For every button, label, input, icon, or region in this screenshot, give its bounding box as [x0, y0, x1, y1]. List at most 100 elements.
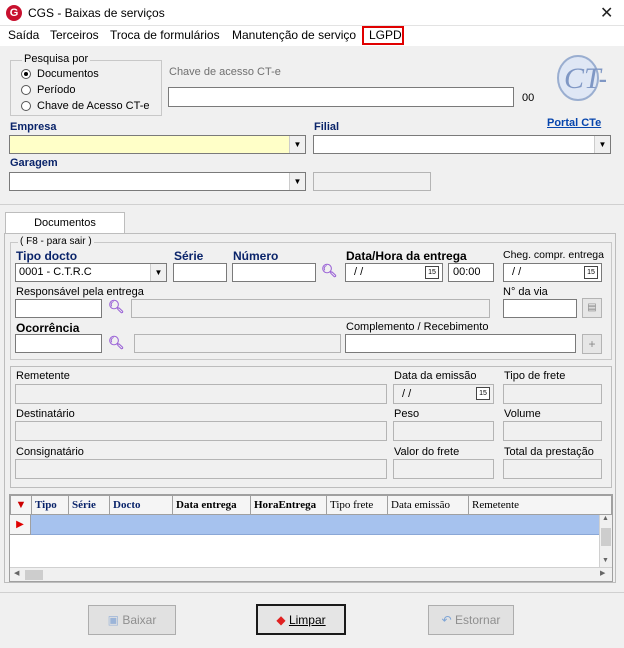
- tipo-docto-label: Tipo docto: [16, 249, 78, 263]
- chevron-down-icon[interactable]: ▼: [289, 136, 305, 153]
- consignatario-label: Consignatário: [16, 446, 84, 458]
- estornar-label: Estornar: [455, 613, 501, 627]
- data-emissao-value: / /: [402, 388, 412, 400]
- scroll-up-icon[interactable]: ▲: [602, 515, 609, 522]
- calendar-icon[interactable]: 15: [584, 266, 598, 279]
- menu-lgpd[interactable]: LGPD: [362, 26, 404, 45]
- volume-field: [503, 421, 602, 441]
- col-docto[interactable]: Docto: [110, 496, 173, 515]
- documents-grid[interactable]: ▼ Tipo Série Docto Data entrega HoraEntr…: [9, 494, 613, 582]
- responsavel-input[interactable]: [15, 299, 102, 318]
- footer-divider: [0, 592, 624, 593]
- peso-label: Peso: [394, 408, 420, 420]
- garagem-description: [313, 172, 431, 191]
- calendar-icon[interactable]: 15: [476, 387, 490, 400]
- via-input[interactable]: [503, 299, 577, 318]
- grid-header: ▼ Tipo Série Docto Data entrega HoraEntr…: [10, 495, 612, 515]
- chave-acesso-label: Chave de acesso CT-e: [169, 66, 281, 78]
- empresa-combo[interactable]: ▼: [9, 135, 306, 154]
- chevron-down-icon[interactable]: ▼: [150, 264, 166, 281]
- printer-icon[interactable]: ▤: [582, 298, 602, 318]
- hora-entrega-input[interactable]: 00:00: [448, 263, 494, 282]
- cheg-compr-value: / /: [512, 266, 522, 278]
- total-prestacao-field: [503, 459, 602, 479]
- col-serie[interactable]: Série: [69, 496, 110, 515]
- complemento-input[interactable]: [345, 334, 576, 353]
- numero-label: Número: [233, 249, 279, 263]
- search-ocorrencia-icon[interactable]: 🔍︎: [108, 335, 125, 351]
- estornar-button[interactable]: ↶ Estornar: [428, 605, 514, 635]
- garagem-label: Garagem: [10, 157, 58, 169]
- via-label: N° da via: [503, 286, 548, 298]
- tab-documentos[interactable]: Documentos: [5, 212, 125, 234]
- horizontal-scrollbar[interactable]: ◀ ▶: [10, 567, 612, 581]
- remetente-field: [15, 384, 387, 404]
- serie-input[interactable]: [173, 263, 227, 282]
- portal-cte-link[interactable]: Portal CTe: [547, 117, 601, 129]
- garagem-combo[interactable]: ▼: [9, 172, 306, 191]
- chave-acesso-suffix: 00: [522, 92, 535, 104]
- tipo-docto-combo[interactable]: 0001 - C.T.R.C ▼: [15, 263, 167, 282]
- search-group-title: Pesquisa por: [22, 53, 91, 65]
- app-icon: G: [6, 5, 22, 21]
- scroll-down-icon[interactable]: ▼: [602, 557, 609, 564]
- close-icon[interactable]: ✕: [600, 3, 613, 23]
- scroll-h-thumb[interactable]: [25, 570, 43, 580]
- menu-terceiros[interactable]: Terceiros: [50, 28, 99, 42]
- filial-combo[interactable]: ▼: [313, 135, 611, 154]
- valor-frete-field: [393, 459, 494, 479]
- limpar-label: Limpar: [288, 613, 326, 627]
- numero-input[interactable]: [232, 263, 316, 282]
- menu-saida[interactable]: Saída: [8, 28, 39, 42]
- calendar-icon[interactable]: 15: [425, 266, 439, 279]
- section-divider: [0, 204, 624, 205]
- col-tipo[interactable]: Tipo: [32, 496, 69, 515]
- chave-acesso-input[interactable]: [168, 87, 514, 107]
- radio-documentos[interactable]: [21, 69, 31, 79]
- col-tipo-frete[interactable]: Tipo frete: [327, 496, 388, 515]
- data-emissao-label: Data da emissão: [394, 370, 477, 382]
- scroll-left-icon[interactable]: ◀: [14, 569, 19, 577]
- radio-chave-acesso[interactable]: [21, 101, 31, 111]
- scroll-thumb[interactable]: [601, 528, 611, 546]
- baixar-button[interactable]: ▣ Baixar: [88, 605, 176, 635]
- total-prestacao-label: Total da prestação: [504, 446, 594, 458]
- col-data-entrega[interactable]: Data entrega: [173, 496, 251, 515]
- ocorrencia-input[interactable]: [15, 334, 102, 353]
- empresa-label: Empresa: [10, 121, 57, 133]
- ocorrencia-description: [134, 334, 341, 353]
- data-emissao-field: / / 15: [393, 384, 494, 404]
- scroll-right-icon[interactable]: ▶: [600, 569, 605, 577]
- docs-group-title: ( F8 - para sair ): [18, 236, 94, 247]
- search-responsavel-icon[interactable]: 🔍︎: [108, 299, 125, 315]
- window-title: CGS - Baixas de serviços: [28, 6, 165, 20]
- menu-troca-formularios[interactable]: Troca de formulários: [110, 28, 220, 42]
- data-entrega-input[interactable]: / / 15: [345, 263, 443, 282]
- cheg-compr-input[interactable]: / / 15: [503, 263, 602, 282]
- ocorrencia-label: Ocorrência: [16, 321, 80, 335]
- chevron-down-icon[interactable]: ▼: [289, 173, 305, 190]
- radio-periodo[interactable]: [21, 85, 31, 95]
- col-remetente[interactable]: Remetente: [469, 496, 613, 515]
- vertical-scrollbar[interactable]: ▲ ▼: [599, 515, 612, 567]
- cte-logo: CT-e: [542, 50, 622, 102]
- radio-periodo-label: Período: [37, 84, 76, 96]
- chevron-down-icon[interactable]: ▼: [594, 136, 610, 153]
- table-row[interactable]: [31, 515, 599, 535]
- tipo-frete-field: [503, 384, 602, 404]
- col-hora-entrega[interactable]: HoraEntrega: [251, 496, 327, 515]
- limpar-button[interactable]: ◆ Limpar: [256, 604, 346, 635]
- tipo-docto-value: 0001 - C.T.R.C: [19, 266, 92, 278]
- col-data-emissao[interactable]: Data emissão: [388, 496, 469, 515]
- sort-down-icon[interactable]: ▼: [11, 496, 32, 515]
- cheg-compr-label: Cheg. compr. entrega: [503, 249, 604, 261]
- filial-label: Filial: [314, 121, 340, 133]
- peso-field: [393, 421, 494, 441]
- menu-manutencao-servico[interactable]: Manutenção de serviço: [232, 28, 356, 42]
- baixar-label: Baixar: [122, 613, 157, 627]
- consignatario-field: [15, 459, 387, 479]
- add-icon[interactable]: +: [582, 334, 602, 354]
- search-numero-icon[interactable]: 🔍︎: [321, 263, 338, 279]
- serie-label: Série: [174, 249, 204, 263]
- valor-frete-label: Valor do frete: [394, 446, 460, 458]
